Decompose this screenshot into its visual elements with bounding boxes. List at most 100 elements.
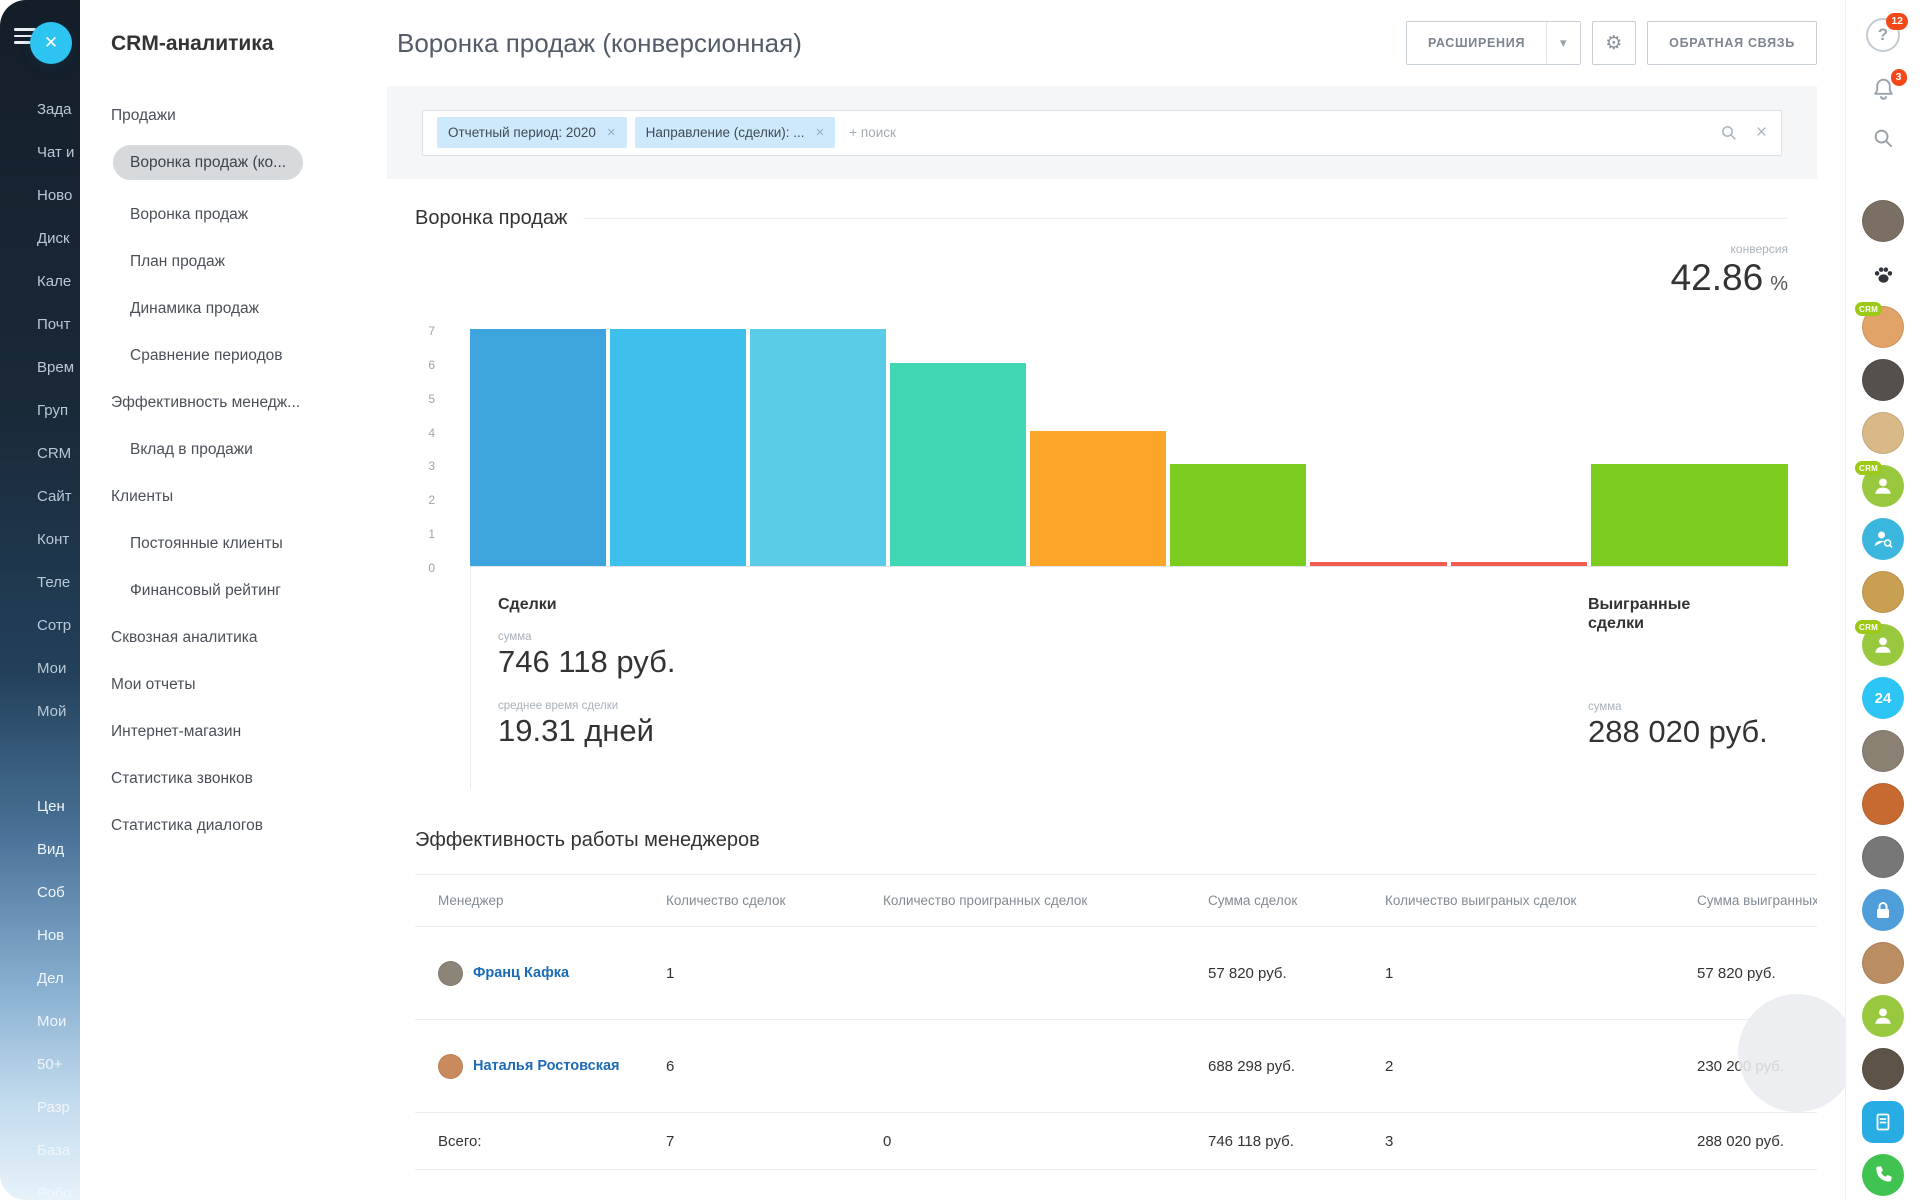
menu-item[interactable]: Сквозная аналитика (80, 614, 380, 661)
extensions-button-group: РАСШИРЕНИЯ ▾ (1406, 21, 1581, 65)
sidebar-item[interactable]: Вид (0, 828, 80, 871)
sidebar-item[interactable]: Груп (0, 389, 80, 432)
sidebar-item[interactable]: Мой (0, 690, 80, 733)
paw-icon[interactable] (1862, 253, 1904, 295)
sidebar-item[interactable]: Ново (0, 174, 80, 217)
extensions-button[interactable]: РАСШИРЕНИЯ (1407, 22, 1546, 64)
menu-item[interactable]: Сравнение периодов (80, 332, 380, 379)
search-icon[interactable] (1720, 124, 1738, 142)
sidebar-item[interactable]: Дел (0, 957, 80, 1000)
call-button[interactable] (1862, 1154, 1904, 1196)
menu-item[interactable]: План продаж (80, 238, 380, 285)
funnel-bar[interactable] (1310, 562, 1446, 566)
sidebar-item[interactable]: Чат и (0, 131, 80, 174)
sidebar-item[interactable]: База (0, 1129, 80, 1172)
sidebar-item[interactable]: 50+ (0, 1043, 80, 1086)
deals-stat-block: Сделки сумма 746 118 руб. среднее время … (470, 567, 675, 789)
sidebar-item[interactable]: Кале (0, 260, 80, 303)
search-button[interactable] (1872, 127, 1895, 150)
menu-item[interactable]: Финансовый рейтинг (80, 567, 380, 614)
menu-item[interactable]: Воронка продаж (80, 191, 380, 238)
menu-item[interactable]: Статистика звонков (80, 755, 380, 802)
crm-user-avatar[interactable]: CRM (1862, 465, 1904, 507)
funnel-bar[interactable] (1591, 464, 1788, 566)
menu-item[interactable]: Постоянные клиенты (80, 520, 380, 567)
sidebar-item[interactable]: Соб (0, 871, 80, 914)
manager-cell: Франц Кафка (415, 961, 666, 986)
chip-remove-icon[interactable]: × (607, 128, 616, 138)
funnel-bar[interactable] (750, 329, 886, 566)
menu-item[interactable]: Динамика продаж (80, 285, 380, 332)
copy-document-button[interactable] (1862, 1101, 1904, 1143)
sidebar-item[interactable]: Теле (0, 561, 80, 604)
user-avatar[interactable] (1862, 995, 1904, 1037)
user-search-avatar[interactable] (1862, 518, 1904, 560)
filter-icons: × (1720, 124, 1767, 142)
user-avatar[interactable] (1862, 942, 1904, 984)
sidebar-item[interactable]: Цен (0, 785, 80, 828)
counter-24-badge[interactable]: 24 (1862, 677, 1904, 719)
crm-analytics-panel: CRM-аналитика ПродажиВоронка продаж (ко.… (80, 0, 380, 1200)
sidebar-item[interactable]: Диск (0, 217, 80, 260)
feedback-button[interactable]: ОБРАТНАЯ СВЯЗЬ (1647, 21, 1817, 65)
help-button[interactable]: ? 12 (1866, 18, 1900, 52)
extensions-dropdown-button[interactable]: ▾ (1546, 22, 1580, 64)
funnel-bar[interactable] (890, 363, 1026, 566)
sidebar-item[interactable]: Разр (0, 1086, 80, 1129)
chip-remove-icon[interactable]: × (816, 128, 825, 138)
clear-filter-icon[interactable]: × (1756, 126, 1767, 140)
totals-lost: 0 (883, 1133, 1208, 1150)
collapse-sidebar-button[interactable]: ✕ (30, 22, 72, 64)
user-avatar[interactable] (1862, 412, 1904, 454)
sidebar-item[interactable]: Почт (0, 303, 80, 346)
y-tick-label: 1 (428, 527, 435, 541)
manager-link[interactable]: Наталья Ростовская (473, 1058, 620, 1074)
user-avatar[interactable] (1862, 200, 1904, 242)
conversion-value: 42.86 (1671, 256, 1764, 300)
crm-user-avatar[interactable]: CRM (1862, 624, 1904, 666)
user-avatar[interactable] (1862, 730, 1904, 772)
filter-chip[interactable]: Отчетный период: 2020× (437, 117, 627, 148)
notifications-button[interactable]: 3 (1870, 76, 1897, 103)
funnel-bar[interactable] (1030, 431, 1166, 566)
sidebar-item[interactable]: Мои (0, 1000, 80, 1043)
menu-item[interactable]: Вклад в продажи (80, 426, 380, 473)
funnel-bar[interactable] (470, 329, 606, 566)
user-avatar[interactable] (1862, 783, 1904, 825)
manager-link[interactable]: Франц Кафка (473, 965, 569, 981)
deals-title: Сделки (498, 595, 675, 614)
sidebar-item[interactable]: Нов (0, 914, 80, 957)
sidebar-item[interactable]: Конт (0, 518, 80, 561)
user-avatar[interactable]: CRM (1862, 306, 1904, 348)
menu-item[interactable]: Эффективность менедж... (80, 379, 380, 426)
won-deals-stat-block: Выигранные сделки сумма 288 020 руб. (1588, 567, 1788, 789)
funnel-bar[interactable] (610, 329, 746, 566)
menu-item[interactable]: Интернет-магазин (80, 708, 380, 755)
filter-chip[interactable]: Направление (сделки): ...× (635, 117, 836, 148)
user-avatar[interactable] (1862, 836, 1904, 878)
funnel-bar[interactable] (1451, 562, 1587, 566)
sidebar-item[interactable]: Мои (0, 647, 80, 690)
menu-item[interactable]: Продажи (80, 92, 380, 139)
sidebar-item[interactable]: Робо (0, 1172, 80, 1200)
menu-item[interactable]: Мои отчеты (80, 661, 380, 708)
sidebar-item[interactable]: Зада (0, 88, 80, 131)
panel-title: CRM-аналитика (80, 32, 380, 56)
search-placeholder[interactable]: + поиск (849, 125, 896, 140)
sidebar-item[interactable]: Врем (0, 346, 80, 389)
settings-button[interactable]: ⚙ (1592, 21, 1636, 65)
menu-item[interactable]: Воронка продаж (ко... (80, 139, 380, 191)
filter-search-box[interactable]: Отчетный период: 2020× Направление (сделк… (422, 110, 1782, 156)
sidebar-item[interactable]: Сайт (0, 475, 80, 518)
funnel-bar[interactable] (1170, 464, 1306, 566)
sidebar-item[interactable]: CRM (0, 432, 80, 475)
sidebar-item[interactable]: Сотр (0, 604, 80, 647)
assistant-circle[interactable] (1738, 994, 1856, 1112)
lock-icon[interactable] (1862, 889, 1904, 931)
won-sum-label: сумма (1588, 701, 1788, 713)
menu-item[interactable]: Клиенты (80, 473, 380, 520)
user-avatar[interactable] (1862, 571, 1904, 613)
user-avatar[interactable] (1862, 359, 1904, 401)
user-avatar[interactable] (1862, 1048, 1904, 1090)
menu-item[interactable]: Статистика диалогов (80, 802, 380, 849)
